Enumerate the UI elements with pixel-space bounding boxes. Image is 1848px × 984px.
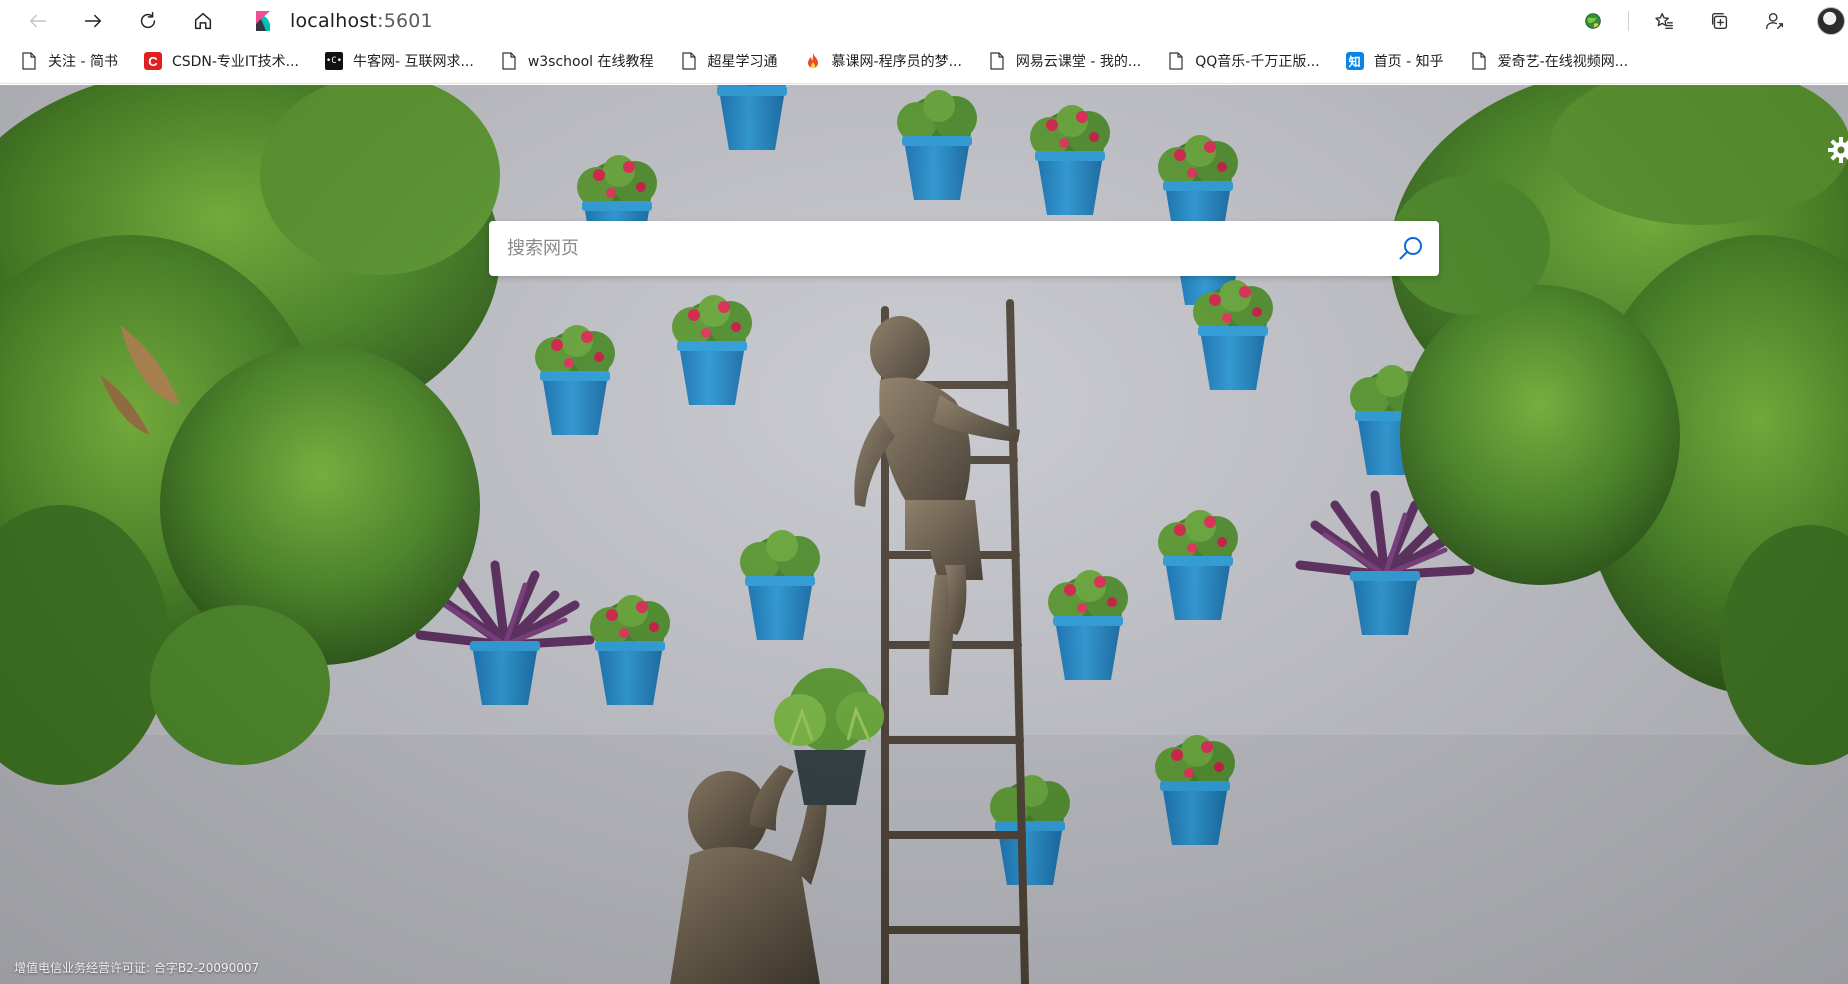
toolbar-divider — [1628, 11, 1629, 31]
bookmark-label: 慕课网-程序员的梦... — [831, 54, 962, 70]
settings-gear-icon[interactable] — [1828, 137, 1848, 163]
background-photo — [0, 85, 1848, 984]
bookmark-item[interactable]: 关注 - 简书 — [20, 47, 118, 75]
search-button[interactable] — [1383, 221, 1439, 276]
profile-sync-button[interactable] — [1757, 5, 1793, 37]
page-icon — [20, 52, 38, 70]
home-button[interactable] — [185, 5, 221, 37]
search-icon — [1399, 236, 1422, 259]
page-icon — [988, 52, 1006, 70]
address-bar[interactable]: localhost:5601 — [240, 3, 1558, 39]
bookmark-label: CSDN-专业IT技术... — [171, 54, 299, 70]
license-text: 增值电信业务经营许可证: 合字B2-20090007 — [14, 961, 260, 975]
bookmark-item[interactable]: QQ音乐-千万正版... — [1167, 47, 1320, 75]
favorites-button[interactable] — [1646, 5, 1682, 37]
csdn-icon: C — [143, 52, 162, 70]
kibana-logo-icon — [256, 11, 271, 31]
back-button[interactable] — [20, 5, 56, 37]
extension-globe-icon — [1585, 13, 1601, 29]
arrow-right-icon — [84, 14, 102, 28]
search-input[interactable] — [505, 221, 1383, 276]
page-content: 增值电信业务经营许可证: 合字B2-20090007 — [0, 85, 1848, 984]
url-host: localhost — [290, 10, 378, 32]
browser-toolbar: localhost:5601 — [0, 0, 1848, 42]
bookmark-label: 爱奇艺-在线视频网... — [1497, 54, 1629, 70]
bookmark-label: w3school 在线教程 — [527, 54, 654, 70]
zhihu-icon: 知 — [1345, 52, 1364, 70]
url-text: localhost:5601 — [290, 10, 433, 32]
bookmark-item[interactable]: 知 首页 - 知乎 — [1345, 47, 1444, 75]
page-icon — [680, 52, 698, 70]
bookmark-label: 牛客网- 互联网求... — [352, 54, 474, 70]
collections-icon — [1711, 12, 1728, 30]
bookmark-label: 网易云课堂 - 我的... — [1015, 54, 1142, 70]
page-icon — [1167, 52, 1185, 70]
bookmark-label: 关注 - 简书 — [48, 54, 118, 70]
bookmark-label: 超星学习通 — [707, 54, 778, 70]
bookmark-item[interactable]: 超星学习通 — [680, 47, 778, 75]
refresh-icon — [140, 12, 156, 29]
collections-button[interactable] — [1702, 5, 1738, 37]
user-avatar[interactable] — [1817, 7, 1845, 35]
bookmark-item[interactable]: C CSDN-专业IT技术... — [143, 47, 299, 75]
bookmark-label: QQ音乐-千万正版... — [1195, 54, 1320, 70]
forward-button[interactable] — [75, 5, 111, 37]
imooc-flame-icon — [804, 52, 822, 70]
bookmark-label: 首页 - 知乎 — [1373, 54, 1444, 70]
extension-button[interactable] — [1575, 5, 1611, 37]
bookmark-item[interactable]: •C• 牛客网- 互联网求... — [324, 47, 474, 75]
page-icon — [1470, 52, 1488, 70]
bookmark-item[interactable]: 网易云课堂 - 我的... — [988, 47, 1141, 75]
nowcoder-icon: •C• — [324, 52, 343, 70]
url-port: :5601 — [377, 10, 433, 32]
browser-chrome: localhost:5601 关注 - 简书 C CSDN-专业IT技术... … — [0, 0, 1848, 84]
bookmarks-bar: 关注 - 简书 C CSDN-专业IT技术... •C• 牛客网- 互联网求..… — [0, 45, 1848, 77]
home-icon — [194, 12, 212, 30]
person-feedback-icon — [1766, 12, 1784, 30]
star-list-icon — [1655, 12, 1673, 30]
refresh-button[interactable] — [130, 5, 166, 37]
bookmark-item[interactable]: 爱奇艺-在线视频网... — [1470, 47, 1628, 75]
arrow-left-icon — [29, 14, 47, 28]
search-box — [489, 221, 1439, 276]
bookmark-item[interactable]: 慕课网-程序员的梦... — [804, 47, 962, 75]
page-icon — [500, 52, 518, 70]
bookmark-item[interactable]: w3school 在线教程 — [500, 47, 654, 75]
